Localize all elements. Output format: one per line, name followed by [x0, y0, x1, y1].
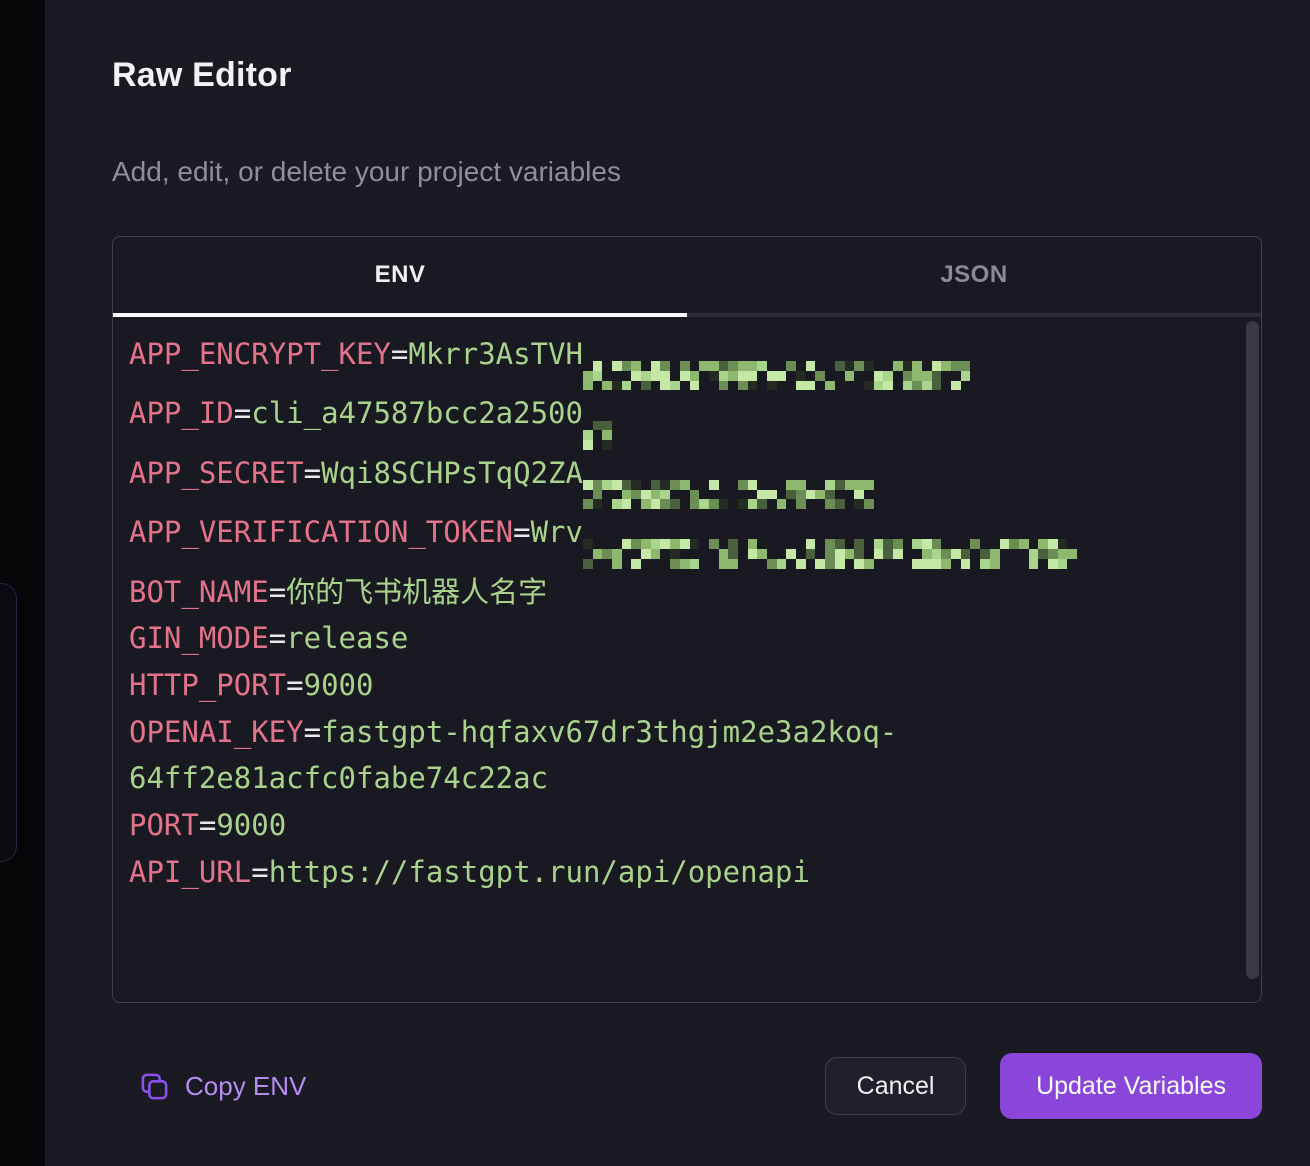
redacted-pixels: [583, 480, 874, 509]
copy-icon: [139, 1071, 170, 1102]
env-value: Wqi8SCHPsTqQ2ZA: [321, 456, 583, 490]
env-key: BOT_NAME: [129, 575, 269, 609]
env-key: GIN_MODE: [129, 621, 269, 655]
modal-footer: Copy ENV Cancel Update Variables: [112, 1053, 1262, 1119]
env-line: APP_ID=cli_a47587bcc2a2500: [129, 390, 1191, 449]
env-key: APP_VERIFICATION_TOKEN: [129, 515, 513, 549]
env-line: GIN_MODE=release: [129, 615, 1191, 662]
env-line: OPENAI_KEY=fastgpt-hqfaxv67dr3thgjm2e3a2…: [129, 709, 1191, 802]
tab-env[interactable]: ENV: [113, 237, 687, 313]
env-key: API_URL: [129, 855, 251, 889]
env-line: APP_SECRET=Wqi8SCHPsTqQ2ZA: [129, 450, 1191, 509]
env-value: https://fastgpt.run/api/openapi: [269, 855, 810, 889]
cancel-button[interactable]: Cancel: [825, 1057, 966, 1115]
env-key: OPENAI_KEY: [129, 715, 304, 749]
env-line: APP_ENCRYPT_KEY=Mkrr3AsTVH: [129, 331, 1191, 390]
env-value: 你的飞书机器人名字: [286, 575, 547, 609]
page-title: Raw Editor: [112, 55, 1260, 95]
env-line: API_URL=https://fastgpt.run/api/openapi: [129, 849, 1191, 896]
env-line: APP_VERIFICATION_TOKEN=Wrv: [129, 509, 1191, 568]
tab-json-label: JSON: [940, 261, 1007, 289]
env-editor-content[interactable]: APP_ENCRYPT_KEY=Mkrr3AsTVHAPP_ID=cli_a47…: [113, 317, 1261, 1000]
env-equals: =: [199, 808, 216, 842]
env-equals: =: [251, 855, 268, 889]
raw-editor-modal: Raw Editor Add, edit, or delete your pro…: [45, 0, 1310, 1166]
env-equals: =: [234, 396, 251, 430]
modal-subtitle: Add, edit, or delete your project variab…: [112, 155, 1260, 189]
env-value: cli_a47587bcc2a2500: [251, 396, 583, 430]
env-key: HTTP_PORT: [129, 668, 286, 702]
tab-env-label: ENV: [375, 261, 426, 289]
env-key: APP_SECRET: [129, 456, 304, 490]
env-value: Wrv: [531, 515, 583, 549]
env-value: Mkrr3AsTVH: [408, 337, 583, 371]
tab-json[interactable]: JSON: [687, 237, 1261, 313]
redacted-pixels: [583, 421, 612, 450]
service-card-outline: [0, 583, 17, 862]
env-value: 9000: [304, 668, 374, 702]
env-equals: =: [513, 515, 530, 549]
background-canvas: [0, 0, 45, 1166]
editor-tabbar: ENV JSON: [113, 237, 1261, 317]
copy-env-button[interactable]: Copy ENV: [139, 1071, 306, 1102]
variables-editor: ENV JSON APP_ENCRYPT_KEY=Mkrr3AsTVHAPP_I…: [112, 236, 1262, 1003]
redacted-pixels: [583, 361, 971, 390]
env-key: APP_ID: [129, 396, 234, 430]
scrollbar-thumb[interactable]: [1246, 321, 1259, 979]
action-buttons: Cancel Update Variables: [825, 1053, 1262, 1119]
env-line: PORT=9000: [129, 802, 1191, 849]
env-line: HTTP_PORT=9000: [129, 662, 1191, 709]
copy-env-label: Copy ENV: [185, 1071, 306, 1102]
env-equals: =: [304, 715, 321, 749]
env-equals: =: [286, 668, 303, 702]
env-equals: =: [269, 621, 286, 655]
env-equals: =: [391, 337, 408, 371]
env-value: 9000: [216, 808, 286, 842]
env-key: PORT: [129, 808, 199, 842]
env-key: APP_ENCRYPT_KEY: [129, 337, 391, 371]
env-value: release: [286, 621, 408, 655]
update-variables-button[interactable]: Update Variables: [1000, 1053, 1262, 1119]
env-equals: =: [269, 575, 286, 609]
env-line: BOT_NAME=你的飞书机器人名字: [129, 569, 1191, 616]
redacted-pixels: [583, 539, 1077, 568]
env-equals: =: [304, 456, 321, 490]
